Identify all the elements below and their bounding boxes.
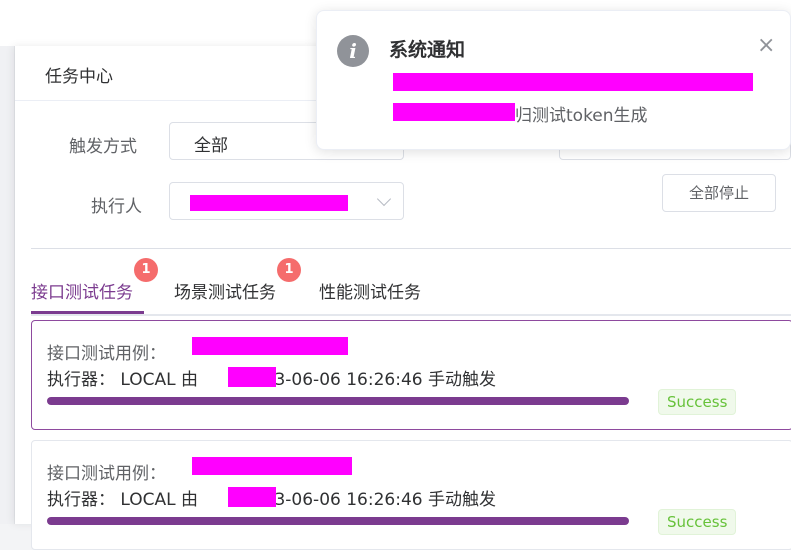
tab-api-tasks[interactable]: 接口测试任务 — [31, 278, 133, 303]
status-badge: Success — [658, 509, 737, 535]
notification-message: 归测试token生成 — [515, 106, 648, 126]
system-notification: i 系统通知 × 归测试token生成 — [316, 10, 791, 150]
notification-title: 系统通知 — [389, 39, 466, 61]
close-icon[interactable]: × — [757, 35, 775, 57]
redaction-mark — [228, 367, 276, 387]
task-type-tabs: 接口测试任务 1 场景测试任务 1 性能测试任务 — [31, 258, 791, 316]
stop-all-button[interactable]: 全部停止 — [662, 174, 776, 212]
task-card[interactable]: 接口测试用例： 执行器： LOCAL 由 2023-06-06 16:26:46 … — [31, 320, 791, 430]
status-badge: Success — [658, 389, 737, 415]
redaction-mark — [192, 337, 348, 355]
redaction-mark — [393, 73, 753, 91]
tabs-baseline — [31, 314, 791, 316]
info-icon: i — [337, 35, 369, 67]
page-backdrop — [0, 46, 15, 524]
task-case-name: 接口测试用例： — [47, 344, 166, 364]
executor-select[interactable] — [169, 182, 404, 220]
tab-scenario-tasks[interactable]: 场景测试任务 — [174, 278, 276, 303]
scenario-tasks-badge: 1 — [277, 258, 301, 282]
tab-performance-tasks[interactable]: 性能测试任务 — [319, 278, 421, 303]
api-tasks-badge: 1 — [134, 258, 158, 282]
trigger-mode-value: 全部 — [194, 136, 228, 156]
drawer-title: 任务中心 — [45, 67, 113, 87]
redaction-mark — [192, 457, 352, 475]
task-card[interactable]: 接口测试用例： 执行器： LOCAL 由 2023-06-06 16:26:46 … — [31, 440, 791, 550]
redaction-mark — [228, 487, 276, 507]
executor-label: 执行人 — [91, 197, 142, 217]
section-divider — [31, 248, 791, 249]
task-case-name: 接口测试用例： — [47, 464, 166, 484]
redaction-mark — [190, 195, 348, 211]
active-tab-indicator — [31, 311, 144, 314]
chevron-down-icon — [376, 191, 392, 207]
trigger-mode-label: 触发方式 — [69, 137, 137, 157]
task-progress-bar — [47, 397, 629, 405]
